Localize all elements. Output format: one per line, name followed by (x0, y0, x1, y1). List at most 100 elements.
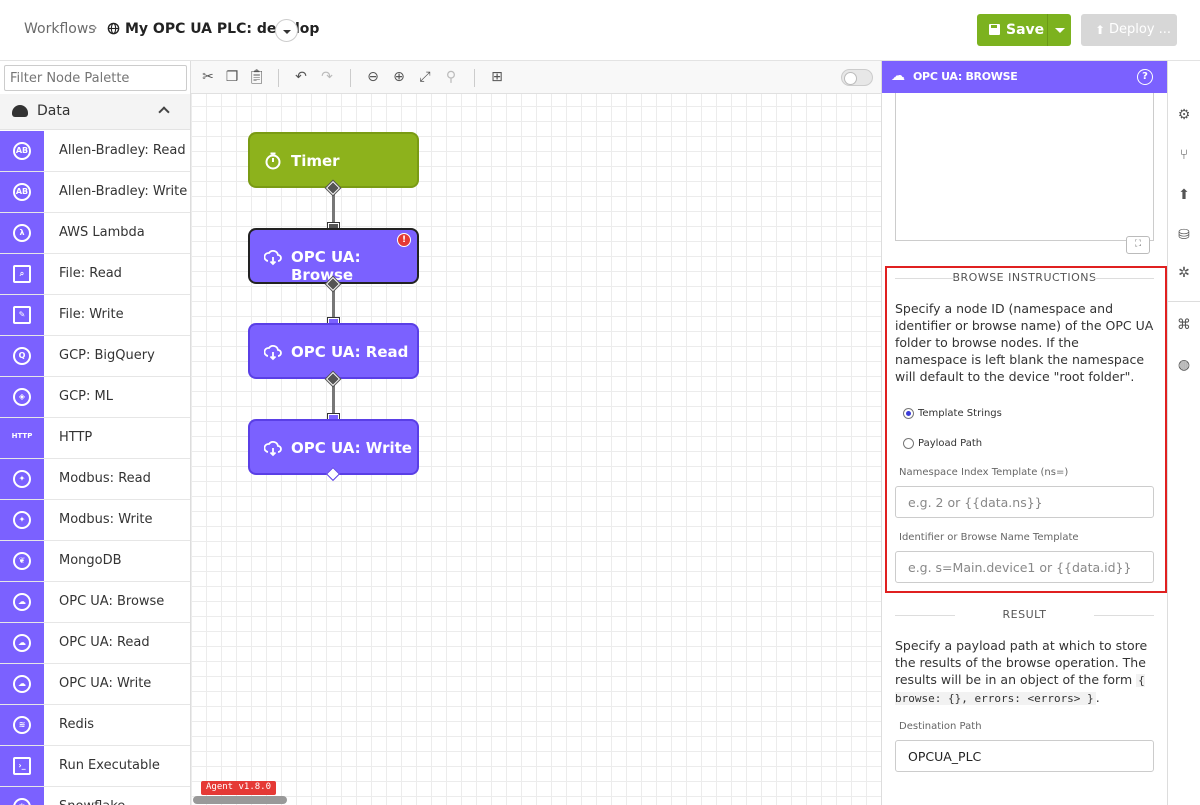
radio-label: Template Strings (918, 408, 1002, 419)
opc-ua-icon: ☁ (13, 675, 31, 693)
git-branch-icon[interactable]: ⑂ (1176, 147, 1192, 163)
zoom-out-icon[interactable]: ⊖ (365, 69, 381, 85)
palette-item-label: GCP: ML (59, 389, 113, 404)
palette-item-chip: ⌕ (0, 254, 44, 294)
allen-bradley-icon: AB (13, 142, 31, 160)
section-description: Specify a node ID (namespace and identif… (895, 301, 1154, 384)
horizontal-scrollbar[interactable] (193, 796, 287, 804)
node-label: OPC UA: Write (291, 439, 412, 457)
palette-item-chip: ☁ (0, 623, 44, 663)
result-description-end: . (1095, 690, 1100, 705)
palette-item-chip: ◈ (0, 377, 44, 417)
radio-dot[interactable] (903, 438, 914, 449)
workflow-canvas[interactable]: ✂ ❐ 📋︎ ↶ ↷ ⊖ ⊕ ⤢ ⚲ ⊞ Timer OPC UA: Brows… (191, 61, 881, 805)
expand-icon[interactable]: ⛶ (1126, 236, 1150, 254)
copy-icon[interactable]: ❐ (224, 69, 240, 85)
destination-field-label: Destination Path (899, 721, 982, 732)
gear-icon[interactable]: ⚙ (1176, 107, 1192, 123)
palette-item-label: OPC UA: Write (59, 676, 152, 691)
upload-icon: ⬆ (1095, 23, 1106, 37)
undo-icon[interactable]: ↶ (293, 69, 309, 85)
palette-item[interactable]: ❦ MongoDB (0, 541, 190, 582)
workflow-version-dropdown[interactable] (275, 19, 298, 42)
workflow-node-timer[interactable]: Timer (248, 132, 419, 188)
save-options-dropdown[interactable] (1047, 14, 1071, 46)
palette-item-label: Modbus: Write (59, 512, 153, 527)
category-label: Data (37, 103, 71, 119)
zoom-in-icon[interactable]: ⊕ (391, 69, 407, 85)
node-description-editor[interactable]: ⛶ (895, 93, 1154, 254)
palette-item[interactable]: ›_ Run Executable (0, 746, 190, 787)
palette-item[interactable]: AB Allen-Bradley: Write (0, 172, 190, 213)
snowflake-icon: ❄ (13, 798, 31, 805)
upload-icon[interactable]: ⬆ (1176, 187, 1192, 203)
node-palette: Data AB Allen-Bradley: Read AB Allen-Bradle… (0, 61, 191, 805)
palette-item[interactable]: ✎ File: Write (0, 295, 190, 336)
fit-view-icon[interactable]: ⤢ (417, 69, 433, 85)
workflow-node-opc-ua-browse[interactable]: OPC UA: Browse ! (248, 228, 419, 284)
add-comment-icon[interactable]: ⊞ (489, 69, 505, 85)
browse-instructions-section: BROWSE INSTRUCTIONS Specify a node ID (n… (895, 271, 1154, 583)
palette-item[interactable]: ❄ Snowflake (0, 787, 190, 805)
redo-icon[interactable]: ↷ (319, 69, 335, 85)
palette-item-label: Allen-Bradley: Write (59, 184, 188, 199)
agent-version-badge[interactable]: Agent v1.8.0 (201, 781, 277, 795)
workflow-node-opc-ua-read[interactable]: OPC UA: Read (248, 323, 419, 379)
palette-item-chip: ✦ (0, 459, 44, 499)
modbus-icon: ✦ (13, 511, 31, 529)
palette-item[interactable]: AB Allen-Bradley: Read (0, 131, 190, 172)
category-header-data[interactable]: Data (0, 94, 190, 130)
canvas-toolbar: ✂ ❐ 📋︎ ↶ ↷ ⊖ ⊕ ⤢ ⚲ ⊞ (191, 61, 881, 94)
palette-item-chip: ☁ (0, 582, 44, 622)
modbus-icon: ✦ (13, 470, 31, 488)
filter-palette-input[interactable] (4, 65, 187, 91)
palette-item[interactable]: ☁ OPC UA: Browse (0, 582, 190, 623)
radio-dot[interactable] (903, 408, 914, 419)
palette-item[interactable]: λ AWS Lambda (0, 213, 190, 254)
debug-icon[interactable]: ✲ (1176, 265, 1192, 281)
palette-item[interactable]: HTTP HTTP (0, 418, 190, 459)
cut-icon[interactable]: ✂ (200, 69, 216, 85)
chevron-up-icon (158, 106, 170, 118)
panel-title: OPC UA: BROWSE (913, 70, 1018, 83)
palette-item[interactable]: ⌕ File: Read (0, 254, 190, 295)
radio-label: Payload Path (918, 438, 983, 449)
canvas-toggle[interactable] (841, 69, 873, 86)
namespace-template-input[interactable]: e.g. 2 or {{data.ns}} (895, 486, 1154, 518)
palette-item[interactable]: ☁ OPC UA: Write (0, 664, 190, 705)
save-label: Save (1006, 22, 1045, 38)
cloud-download-icon (12, 105, 28, 117)
breadcrumb-workflows[interactable]: Workflows (24, 21, 96, 37)
node-properties-panel: ☁ OPC UA: BROWSE ? ⛶ BROWSE INSTRUCTIONS… (881, 61, 1167, 805)
radio-template-strings[interactable]: Template Strings (895, 399, 1154, 429)
palette-item[interactable]: Q GCP: BigQuery (0, 336, 190, 377)
error-badge: ! (397, 233, 411, 247)
database-icon[interactable]: ⛁ (1176, 227, 1192, 243)
paste-icon[interactable]: 📋︎ (248, 69, 266, 85)
help-icon[interactable]: ? (1137, 69, 1153, 85)
identifier-template-input[interactable]: e.g. s=Main.device1 or {{data.id}} (895, 551, 1154, 583)
destination-path-input[interactable]: OPCUA_PLC (895, 740, 1154, 772)
palette-item[interactable]: ✦ Modbus: Write (0, 500, 190, 541)
palette-item-label: GCP: BigQuery (59, 348, 155, 363)
node-label: OPC UA: Read (291, 343, 409, 361)
palette-item[interactable]: ≋ Redis (0, 705, 190, 746)
palette-item-chip: Q (0, 336, 44, 376)
globe-icon[interactable]: ◍ (1176, 357, 1192, 373)
palette-item[interactable]: ☁ OPC UA: Read (0, 623, 190, 664)
opc-ua-icon (264, 345, 282, 361)
search-icon[interactable]: ⚲ (443, 69, 459, 85)
opc-ua-icon (264, 441, 282, 457)
code-icon[interactable]: ⌘ (1176, 317, 1192, 333)
deploy-button[interactable]: ⬆ Deploy ... (1081, 14, 1177, 46)
deploy-label: Deploy ... (1109, 22, 1172, 37)
palette-item[interactable]: ✦ Modbus: Read (0, 459, 190, 500)
palette-item-label: MongoDB (59, 553, 122, 568)
radio-payload-path[interactable]: Payload Path (895, 429, 1154, 459)
palette-item-label: Snowflake (59, 799, 125, 805)
file-icon: ⌕ (13, 265, 31, 283)
palette-item[interactable]: ◈ GCP: ML (0, 377, 190, 418)
palette-item-label: File: Write (59, 307, 124, 322)
save-button[interactable]: Save (977, 14, 1047, 46)
opc-ua-icon: ☁ (13, 634, 31, 652)
